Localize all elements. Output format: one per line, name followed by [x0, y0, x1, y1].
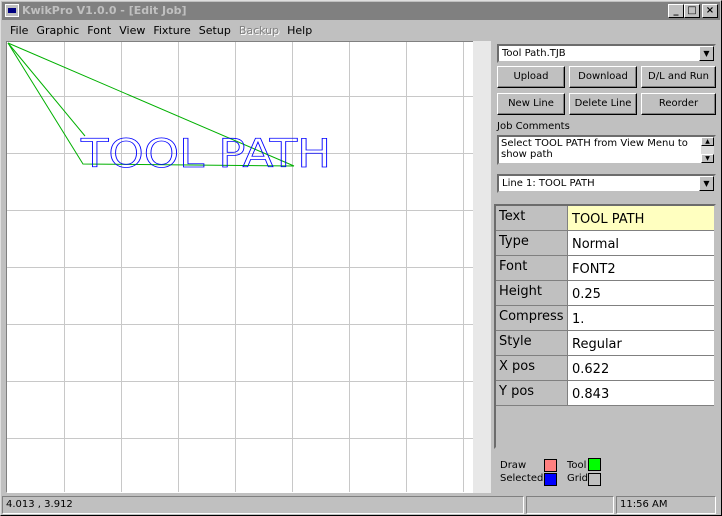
scroll-down-icon[interactable]: ▼: [701, 154, 714, 163]
selected-color-swatch[interactable]: [544, 473, 557, 486]
prop-value-type[interactable]: Normal: [568, 231, 714, 256]
line-combo[interactable]: Line 1: TOOL PATH ▼: [497, 174, 716, 193]
status-clock: 11:56 AM: [616, 496, 716, 514]
chevron-down-icon[interactable]: ▼: [699, 46, 714, 61]
properties-grid: Text TOOL PATH Type Normal Font FONT2 He…: [494, 204, 716, 449]
tool-path-text: TOOL PATH: [80, 132, 331, 177]
job-comments-label: Job Comments: [497, 121, 570, 132]
legend-selected-label: Selected: [500, 473, 544, 484]
prop-name: Type: [496, 231, 568, 256]
legend-draw-label: Draw: [500, 460, 527, 471]
title-bar[interactable]: KwikPro V1.0.0 - [Edit Job] _ □ ×: [2, 2, 720, 20]
menu-file[interactable]: File: [6, 24, 32, 37]
prop-value-xpos[interactable]: 0.622: [568, 356, 714, 381]
prop-value-compress[interactable]: 1.: [568, 306, 714, 331]
canvas-drawing: TOOL PATH: [7, 42, 490, 492]
prop-row-font[interactable]: Font FONT2: [496, 256, 714, 281]
grid-lines: [7, 42, 490, 492]
prop-value-style[interactable]: Regular: [568, 331, 714, 356]
grid-color-swatch[interactable]: [588, 473, 601, 486]
main-window: KwikPro V1.0.0 - [Edit Job] _ □ × File G…: [0, 0, 722, 516]
draw-color-swatch[interactable]: [544, 459, 557, 472]
window-controls: _ □ ×: [668, 4, 718, 18]
prop-row-type[interactable]: Type Normal: [496, 231, 714, 256]
menu-backup[interactable]: Backup: [235, 24, 283, 37]
prop-row-compress[interactable]: Compress 1.: [496, 306, 714, 331]
drawing-canvas[interactable]: TOOL PATH: [6, 41, 491, 493]
prop-row-text[interactable]: Text TOOL PATH: [496, 206, 714, 231]
window-title: KwikPro V1.0.0 - [Edit Job]: [22, 4, 187, 17]
menu-setup[interactable]: Setup: [195, 24, 235, 37]
prop-row-xpos[interactable]: X pos 0.622: [496, 356, 714, 381]
prop-name: Height: [496, 281, 568, 306]
menu-fixture[interactable]: Fixture: [149, 24, 194, 37]
app-icon[interactable]: [5, 4, 19, 17]
minimize-button[interactable]: _: [668, 4, 684, 18]
tool-color-swatch[interactable]: [588, 458, 601, 471]
dl-and-run-button[interactable]: D/L and Run: [641, 66, 716, 88]
new-line-button[interactable]: New Line: [497, 93, 565, 115]
delete-line-button[interactable]: Delete Line: [569, 93, 637, 115]
cursor-coords: 4.013 , 3.912: [2, 496, 524, 514]
close-button[interactable]: ×: [702, 4, 718, 18]
menu-font[interactable]: Font: [83, 24, 115, 37]
job-panel: Tool Path.TJB ▼ Upload Download D/L and …: [494, 41, 720, 493]
reorder-button[interactable]: Reorder: [641, 93, 716, 115]
prop-value-font[interactable]: FONT2: [568, 256, 714, 281]
prop-row-style[interactable]: Style Regular: [496, 331, 714, 356]
prop-name: Style: [496, 331, 568, 356]
job-comments-text: Select TOOL PATH from View Menu to show …: [501, 138, 688, 160]
menu-view[interactable]: View: [115, 24, 149, 37]
prop-row-ypos[interactable]: Y pos 0.843: [496, 381, 714, 406]
color-legend: Draw Tool Selected Grid: [494, 451, 720, 491]
status-bar: 4.013 , 3.912 11:56 AM: [2, 495, 720, 515]
prop-name: Font: [496, 256, 568, 281]
job-comments-field[interactable]: Select TOOL PATH from View Menu to show …: [497, 135, 716, 165]
download-button[interactable]: Download: [569, 66, 637, 88]
prop-value-height[interactable]: 0.25: [568, 281, 714, 306]
canvas-gutter: [473, 41, 491, 493]
line-combo-value: Line 1: TOOL PATH: [502, 178, 595, 189]
legend-tool-label: Tool: [567, 460, 587, 471]
comments-scrollbar[interactable]: ▲ ▼: [701, 137, 714, 163]
file-combo[interactable]: Tool Path.TJB ▼: [497, 44, 716, 63]
prop-name: Text: [496, 206, 568, 231]
prop-name: Y pos: [496, 381, 568, 406]
prop-value-text[interactable]: TOOL PATH: [568, 206, 714, 231]
menu-graphic[interactable]: Graphic: [32, 24, 83, 37]
prop-name: X pos: [496, 356, 568, 381]
status-panel-blank: [526, 496, 614, 514]
legend-grid-label: Grid: [567, 473, 588, 484]
prop-name: Compress: [496, 306, 568, 331]
chevron-down-icon[interactable]: ▼: [699, 176, 714, 191]
file-combo-value: Tool Path.TJB: [502, 48, 566, 59]
scroll-up-icon[interactable]: ▲: [701, 137, 714, 146]
upload-button[interactable]: Upload: [497, 66, 565, 88]
prop-value-ypos[interactable]: 0.843: [568, 381, 714, 406]
maximize-button[interactable]: □: [684, 4, 700, 18]
menu-bar: File Graphic Font View Fixture Setup Bac…: [2, 21, 720, 39]
prop-row-height[interactable]: Height 0.25: [496, 281, 714, 306]
menu-help[interactable]: Help: [283, 24, 316, 37]
